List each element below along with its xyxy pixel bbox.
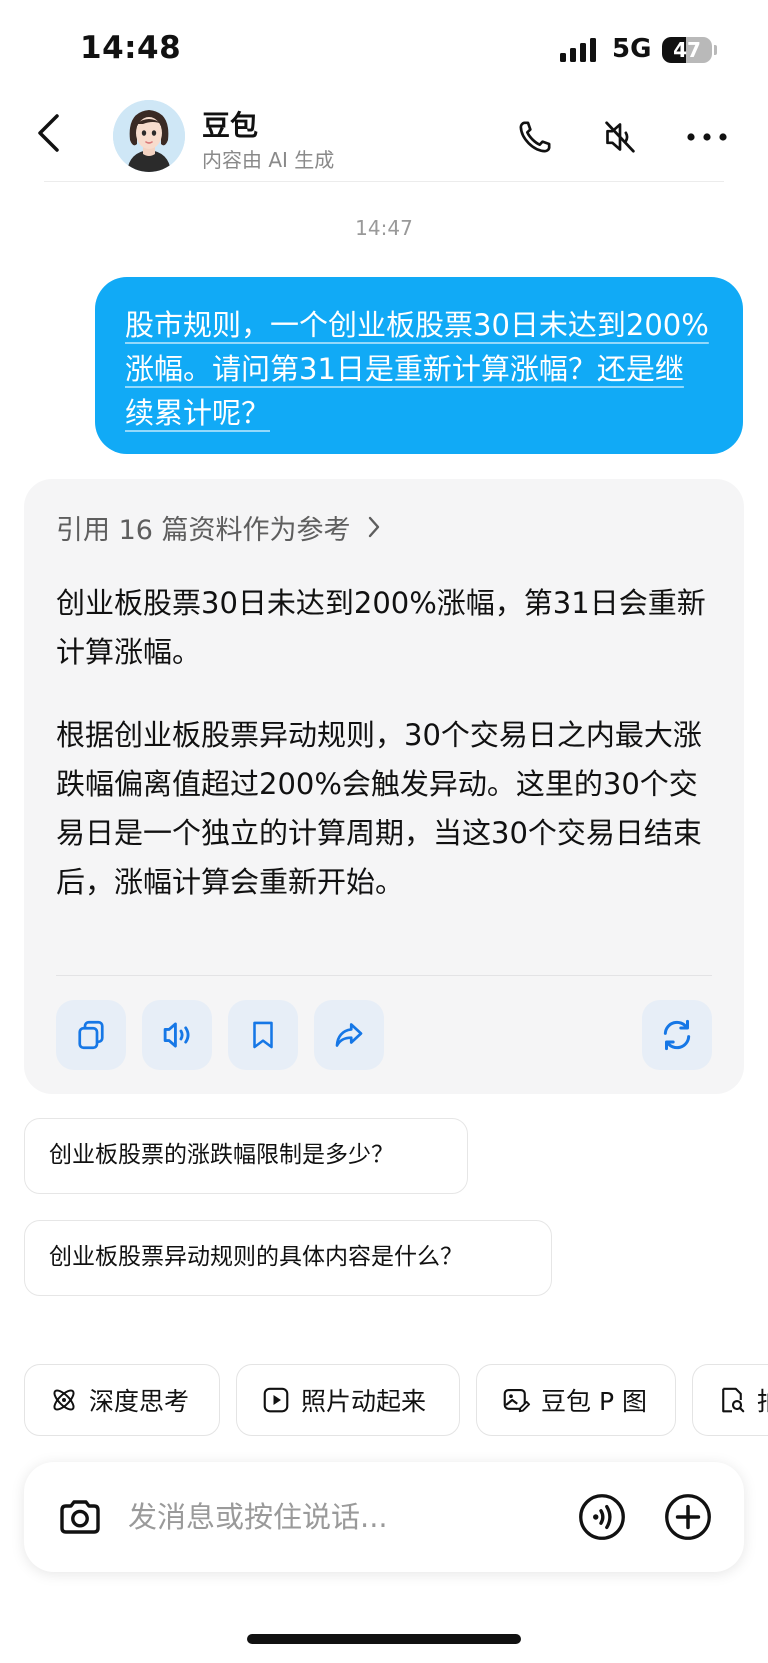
read-aloud-button[interactable] (142, 1000, 212, 1070)
speaker-icon (163, 1022, 190, 1048)
copy-icon (78, 1020, 104, 1050)
voice-button[interactable] (574, 1489, 630, 1545)
message-input[interactable] (128, 1495, 548, 1539)
doc-search-icon (717, 1385, 747, 1415)
battery-level: 47 (673, 38, 701, 62)
suggestion-chip[interactable]: 创业板股票异动规则的具体内容是什么？ (24, 1220, 552, 1296)
chip-deep-thinking[interactable]: 深度思考 (24, 1364, 220, 1436)
speaker-muted-icon (605, 121, 635, 153)
chip-animate-photo[interactable]: 照片动起来 (236, 1364, 460, 1436)
status-time: 14:48 (80, 30, 182, 66)
play-icon (261, 1385, 291, 1415)
chip-label: 照片动起来 (301, 1387, 427, 1416)
bookmark-icon (253, 1021, 273, 1049)
suggestion-chip[interactable]: 创业板股票的涨跌幅限制是多少？ (24, 1118, 468, 1194)
avatar-portrait (113, 100, 185, 172)
chip-photo-search[interactable]: 拍 (692, 1364, 768, 1436)
chevron-right-icon (368, 516, 379, 538)
more-button[interactable] (684, 114, 730, 160)
ai-disclaimer: 内容由 AI 生成 (202, 148, 335, 172)
chat-header: 豆包 内容由 AI 生成 (0, 96, 768, 182)
battery-nub (714, 45, 717, 55)
copy-button[interactable] (56, 1000, 126, 1070)
voice-wave-icon (579, 1494, 625, 1540)
ai-answer-paragraph: 创业板股票30日未达到200%涨幅，第31日会重新计算涨幅。 (56, 586, 706, 669)
refresh-icon (663, 1019, 691, 1051)
share-button[interactable] (314, 1000, 384, 1070)
contact-name: 豆包 (202, 109, 259, 142)
call-button[interactable] (512, 114, 558, 160)
camera-button[interactable] (52, 1489, 108, 1545)
more-dots-icon (687, 133, 727, 141)
user-message-bubble[interactable]: 股市规则，一个创业板股票30日未达到200%涨幅。请问第31日是重新计算涨幅？还… (95, 277, 743, 454)
regenerate-button[interactable] (642, 1000, 712, 1070)
references-label: 引用 16 篇资料作为参考 (56, 514, 351, 546)
user-message-text: 股市规则，一个创业板股票30日未达到200%涨幅。请问第31日是重新计算涨幅？还… (125, 308, 709, 430)
chip-photo-edit[interactable]: 豆包 P 图 (476, 1364, 676, 1436)
phone-icon (519, 121, 551, 153)
references-link[interactable]: 引用 16 篇资料作为参考 (56, 507, 381, 547)
add-button[interactable] (660, 1489, 716, 1545)
atom-icon (49, 1385, 79, 1415)
battery-icon: 47 (662, 37, 712, 63)
bookmark-button[interactable] (228, 1000, 298, 1070)
chip-label: 拍 (757, 1382, 768, 1418)
back-button[interactable] (28, 108, 68, 158)
ai-answer-paragraph: 根据创业板股票异动规则，30个交易日之内最大涨跌幅偏离值超过200%会触发异动。… (56, 718, 702, 899)
signal-icon (560, 38, 596, 62)
chip-label: 深度思考 (89, 1387, 190, 1416)
header-divider (44, 181, 724, 182)
home-indicator[interactable] (247, 1634, 521, 1644)
chip-label: 豆包 P 图 (541, 1387, 647, 1416)
message-input-bar (24, 1462, 744, 1572)
card-divider (56, 975, 712, 976)
network-label: 5G (612, 34, 652, 64)
chevron-left-icon (38, 114, 59, 152)
status-bar: 14:48 5G 47 (0, 0, 768, 96)
image-edit-icon (501, 1385, 531, 1415)
message-timestamp: 14:47 (355, 216, 413, 240)
avatar[interactable] (113, 100, 185, 172)
share-icon (335, 1023, 363, 1047)
mute-button[interactable] (597, 114, 643, 160)
ai-answer-card: 引用 16 篇资料作为参考 创业板股票30日未达到200%涨幅，第31日会重新计… (24, 479, 744, 1094)
plus-circle-icon (665, 1494, 711, 1540)
camera-icon (60, 1500, 100, 1534)
